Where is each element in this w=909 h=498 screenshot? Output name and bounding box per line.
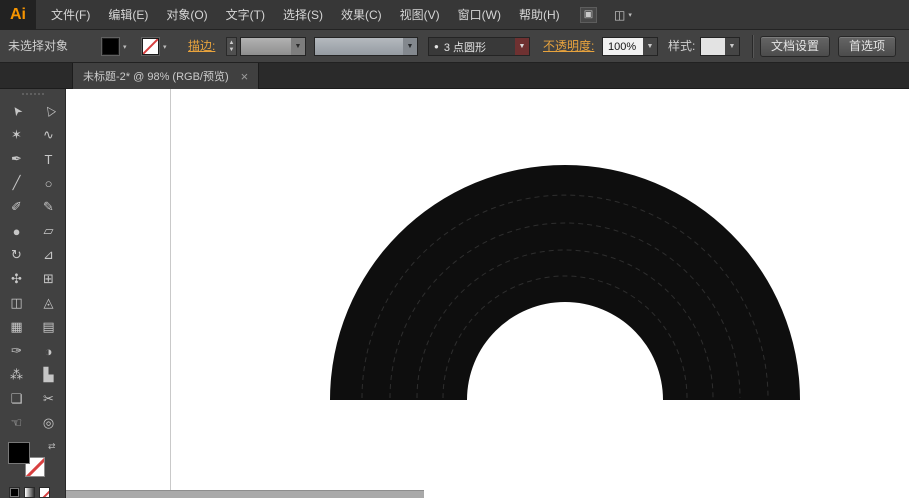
preferences-button[interactable]: 首选项 — [838, 36, 896, 57]
chevron-down-icon: ▼ — [291, 38, 305, 55]
document-tab[interactable]: 未标题-2* @ 98% (RGB/预览) × — [72, 63, 259, 89]
chevron-down-icon: ▾ — [628, 11, 632, 19]
document-setup-button[interactable]: 文档设置 — [760, 36, 830, 57]
width-profile-dropdown[interactable]: ▼ — [314, 37, 418, 56]
opacity-link[interactable]: 不透明度: — [543, 30, 594, 63]
symbol-sprayer-tool[interactable]: ⁂ — [1, 363, 33, 387]
column-graph-tool[interactable]: ▙ — [33, 363, 65, 387]
brush-definition-value: ● 3 点圆形 — [429, 38, 515, 55]
none-mode-button[interactable] — [39, 487, 50, 498]
paintbrush-tool[interactable]: ✐ — [1, 195, 33, 219]
fill-color-swatch[interactable] — [102, 38, 119, 55]
no-color-slash-icon — [40, 490, 50, 498]
slice-tool[interactable]: ✂ — [33, 387, 65, 411]
menu-object[interactable]: 对象(O) — [157, 0, 216, 30]
rotate-tool[interactable]: ↻ — [1, 243, 33, 267]
type-tool[interactable]: T — [33, 147, 65, 171]
menu-help[interactable]: 帮助(H) — [510, 0, 569, 30]
opacity-value: 100% — [603, 38, 643, 55]
swap-colors-icon[interactable]: ⇄ — [48, 441, 56, 452]
artboard-tool[interactable]: ❏ — [1, 387, 33, 411]
brush-name: 3 点圆形 — [444, 39, 486, 55]
selection-status: 未选择对象 — [8, 30, 68, 63]
artwork-svg — [66, 89, 909, 498]
menu-select[interactable]: 选择(S) — [274, 0, 332, 30]
opacity-dropdown[interactable]: 100% ▼ — [602, 37, 658, 56]
grip-dots-icon — [22, 93, 44, 95]
blend-tool[interactable]: ◑ — [33, 339, 65, 363]
tools-panel: ➤▷✶∿✒T╱○✐✎●▱↻⊿✣⊞◫◬▦▤✑◑⁂▙❏✂☜◎ ⇄ — [0, 89, 66, 498]
perspective-grid-tool[interactable]: ◬ — [33, 291, 65, 315]
menu-items: 文件(F) 编辑(E) 对象(O) 文字(T) 选择(S) 效果(C) 视图(V… — [42, 0, 569, 30]
half-ring-shape[interactable] — [330, 165, 800, 400]
workspace-switcher[interactable]: ◫ ▾ — [614, 7, 632, 23]
document-tab-strip: 未标题-2* @ 98% (RGB/预览) × — [0, 63, 909, 89]
style-dropdown[interactable]: ▼ — [700, 37, 740, 56]
illustrator-window: Ai 文件(F) 编辑(E) 对象(O) 文字(T) 选择(S) 效果(C) 视… — [0, 0, 909, 498]
pen-tool[interactable]: ✒ — [1, 147, 33, 171]
mesh-tool[interactable]: ▦ — [1, 315, 33, 339]
menu-edit[interactable]: 编辑(E) — [99, 0, 157, 30]
workspace-icon: ◫ — [614, 8, 625, 22]
stroke-swatch-caret-icon[interactable]: ▾ — [163, 43, 167, 51]
no-stroke-slash-icon — [143, 39, 158, 54]
gradient-mode-button[interactable] — [24, 487, 35, 498]
stroke-weight-dropdown[interactable]: ▼ — [240, 37, 306, 56]
menu-effect[interactable]: 效果(C) — [332, 0, 391, 30]
chevron-down-icon: ▼ — [725, 38, 739, 55]
color-mode-button[interactable] — [9, 487, 20, 498]
hand-tool[interactable]: ☜ — [1, 411, 33, 435]
divider — [752, 35, 753, 58]
menu-view[interactable]: 视图(V) — [391, 0, 449, 30]
shape-builder-tool[interactable]: ◫ — [1, 291, 33, 315]
chevron-down-icon: ▼ — [403, 38, 417, 55]
stroke-weight-stepper[interactable]: ▲ ▼ — [226, 37, 237, 56]
brush-definition-dropdown[interactable]: ● 3 点圆形 ▼ — [428, 37, 530, 56]
stroke-weight-link[interactable]: 描边: — [188, 30, 215, 63]
control-bar: 未选择对象 ▾ ▾ 描边: ▲ ▼ ▼ ▼ ● 3 点圆形 ▼ — [0, 30, 909, 63]
menu-file[interactable]: 文件(F) — [42, 0, 99, 30]
chevron-down-icon: ▼ — [643, 38, 657, 55]
fill-color-well[interactable] — [9, 443, 29, 463]
fill-swatch-caret-icon[interactable]: ▾ — [123, 43, 127, 51]
eraser-tool[interactable]: ▱ — [33, 219, 65, 243]
scale-tool[interactable]: ⊿ — [33, 243, 65, 267]
gradient-tool[interactable]: ▤ — [33, 315, 65, 339]
style-label: 样式: — [668, 30, 695, 63]
tool-grid: ➤▷✶∿✒T╱○✐✎●▱↻⊿✣⊞◫◬▦▤✑◑⁂▙❏✂☜◎ — [0, 99, 65, 435]
stepper-down-icon[interactable]: ▼ — [229, 47, 235, 54]
stroke-color-swatch[interactable] — [142, 38, 159, 55]
ellipse-tool[interactable]: ○ — [33, 171, 65, 195]
pencil-tool[interactable]: ✎ — [33, 195, 65, 219]
canvas-area[interactable] — [66, 89, 909, 498]
width-profile-preview — [315, 38, 403, 55]
document-tab-title: 未标题-2* @ 98% (RGB/预览) — [83, 68, 229, 84]
line-segment-tool[interactable]: ╱ — [1, 171, 33, 195]
fill-stroke-wells: ⇄ — [0, 439, 65, 498]
free-transform-tool[interactable]: ⊞ — [33, 267, 65, 291]
eyedropper-tool[interactable]: ✑ — [1, 339, 33, 363]
menu-window[interactable]: 窗口(W) — [449, 0, 510, 30]
horizontal-scrollbar[interactable] — [66, 490, 424, 498]
close-tab-icon[interactable]: × — [241, 70, 249, 83]
blob-brush-tool[interactable]: ● — [1, 219, 33, 243]
zoom-tool[interactable]: ◎ — [33, 411, 65, 435]
color-mode-buttons — [9, 487, 50, 498]
style-preview — [701, 38, 725, 55]
bridge-icon[interactable]: ▣ — [580, 7, 597, 23]
app-logo: Ai — [0, 0, 36, 30]
stepper-up-icon[interactable]: ▲ — [229, 40, 235, 47]
width-tool[interactable]: ✣ — [1, 267, 33, 291]
brush-dot-icon: ● — [434, 42, 439, 51]
stroke-weight-value — [241, 38, 291, 55]
menu-type[interactable]: 文字(T) — [217, 0, 274, 30]
menu-bar: Ai 文件(F) 编辑(E) 对象(O) 文字(T) 选择(S) 效果(C) 视… — [0, 0, 909, 30]
chevron-down-icon: ▼ — [515, 38, 529, 55]
